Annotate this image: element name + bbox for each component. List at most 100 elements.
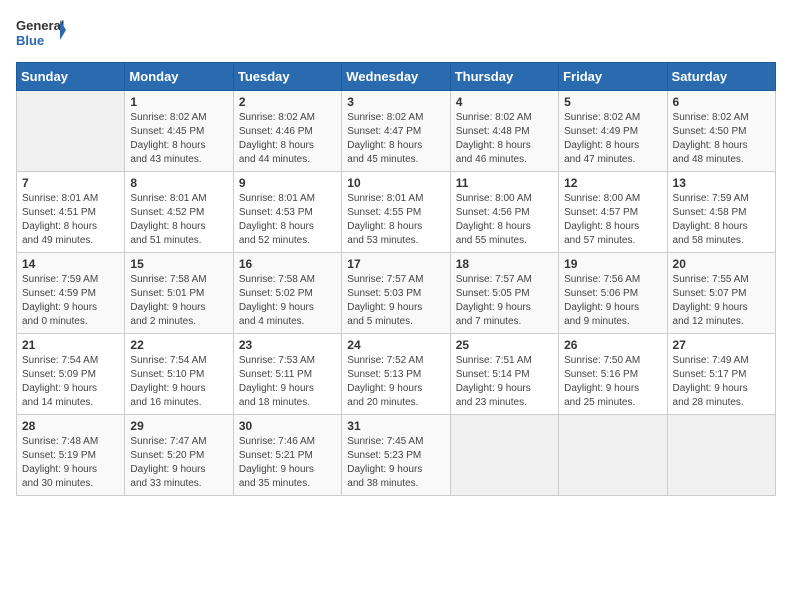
day-info: Sunrise: 7:52 AM Sunset: 5:13 PM Dayligh…	[347, 354, 444, 410]
logo: General Blue	[16, 16, 66, 50]
calendar-cell: 20 Sunrise: 7:55 AM Sunset: 5:07 PM Dayli…	[667, 253, 775, 334]
day-number: 8	[130, 176, 227, 190]
header: General Blue	[16, 16, 776, 50]
calendar-cell	[667, 415, 775, 496]
day-info: Sunrise: 7:49 AM Sunset: 5:17 PM Dayligh…	[673, 354, 770, 410]
day-number: 21	[22, 338, 119, 352]
calendar-cell: 8Sunrise: 8:01 AM Sunset: 4:52 PM Daylig…	[125, 172, 233, 253]
day-number: 15	[130, 257, 227, 271]
day-info: Sunrise: 7:57 AM Sunset: 5:05 PM Dayligh…	[456, 273, 553, 329]
calendar-cell: 4 Sunrise: 8:02 AM Sunset: 4:48 PM Daylig…	[450, 91, 558, 172]
day-number: 17	[347, 257, 444, 271]
day-number: 29	[130, 419, 227, 433]
calendar-cell: 15 Sunrise: 7:58 AM Sunset: 5:01 PM Dayli…	[125, 253, 233, 334]
calendar-header-sunday: Sunday	[17, 63, 125, 91]
day-number: 22	[130, 338, 227, 352]
day-info: Sunrise: 8:02 AM Sunset: 4:49 PM Dayligh…	[564, 111, 661, 167]
day-info: Sunrise: 7:55 AM Sunset: 5:07 PM Dayligh…	[673, 273, 770, 329]
day-info: Sunrise: 7:58 AM Sunset: 5:01 PM Dayligh…	[130, 273, 227, 329]
calendar-cell: 9 Sunrise: 8:01 AM Sunset: 4:53 PM Daylig…	[233, 172, 341, 253]
calendar-cell: 12 Sunrise: 8:00 AM Sunset: 4:57 PM Dayli…	[559, 172, 667, 253]
day-number: 10	[347, 176, 444, 190]
day-info: Sunrise: 7:57 AM Sunset: 5:03 PM Dayligh…	[347, 273, 444, 329]
day-number: 1	[130, 95, 227, 109]
calendar-cell: 22 Sunrise: 7:54 AM Sunset: 5:10 PM Dayli…	[125, 334, 233, 415]
day-info: Sunrise: 7:45 AM Sunset: 5:23 PM Dayligh…	[347, 435, 444, 491]
calendar-cell: 27 Sunrise: 7:49 AM Sunset: 5:17 PM Dayli…	[667, 334, 775, 415]
calendar-header-thursday: Thursday	[450, 63, 558, 91]
day-info: Sunrise: 7:48 AM Sunset: 5:19 PM Dayligh…	[22, 435, 119, 491]
day-number: 16	[239, 257, 336, 271]
calendar-cell: 28 Sunrise: 7:48 AM Sunset: 5:19 PM Dayli…	[17, 415, 125, 496]
calendar-cell: 6Sunrise: 8:02 AM Sunset: 4:50 PM Daylig…	[667, 91, 775, 172]
calendar-cell: 25 Sunrise: 7:51 AM Sunset: 5:14 PM Dayli…	[450, 334, 558, 415]
calendar-header-saturday: Saturday	[667, 63, 775, 91]
day-info: Sunrise: 8:02 AM Sunset: 4:47 PM Dayligh…	[347, 111, 444, 167]
day-number: 2	[239, 95, 336, 109]
day-info: Sunrise: 8:00 AM Sunset: 4:56 PM Dayligh…	[456, 192, 553, 248]
day-info: Sunrise: 8:00 AM Sunset: 4:57 PM Dayligh…	[564, 192, 661, 248]
calendar-week-row: 21 Sunrise: 7:54 AM Sunset: 5:09 PM Dayli…	[17, 334, 776, 415]
calendar-cell: 11 Sunrise: 8:00 AM Sunset: 4:56 PM Dayli…	[450, 172, 558, 253]
day-number: 5	[564, 95, 661, 109]
day-info: Sunrise: 7:54 AM Sunset: 5:09 PM Dayligh…	[22, 354, 119, 410]
day-number: 24	[347, 338, 444, 352]
day-info: Sunrise: 7:51 AM Sunset: 5:14 PM Dayligh…	[456, 354, 553, 410]
day-info: Sunrise: 7:47 AM Sunset: 5:20 PM Dayligh…	[130, 435, 227, 491]
day-info: Sunrise: 7:50 AM Sunset: 5:16 PM Dayligh…	[564, 354, 661, 410]
calendar-cell: 30 Sunrise: 7:46 AM Sunset: 5:21 PM Dayli…	[233, 415, 341, 496]
day-info: Sunrise: 8:02 AM Sunset: 4:50 PM Dayligh…	[673, 111, 770, 167]
day-number: 14	[22, 257, 119, 271]
calendar-cell: 19Sunrise: 7:56 AM Sunset: 5:06 PM Dayli…	[559, 253, 667, 334]
calendar-cell: 2Sunrise: 8:02 AM Sunset: 4:46 PM Daylig…	[233, 91, 341, 172]
calendar-week-row: 7Sunrise: 8:01 AM Sunset: 4:51 PM Daylig…	[17, 172, 776, 253]
calendar-cell: 10 Sunrise: 8:01 AM Sunset: 4:55 PM Dayli…	[342, 172, 450, 253]
day-info: Sunrise: 8:02 AM Sunset: 4:48 PM Dayligh…	[456, 111, 553, 167]
day-info: Sunrise: 7:58 AM Sunset: 5:02 PM Dayligh…	[239, 273, 336, 329]
calendar-cell: 3 Sunrise: 8:02 AM Sunset: 4:47 PM Daylig…	[342, 91, 450, 172]
calendar-header-friday: Friday	[559, 63, 667, 91]
calendar-cell: 17 Sunrise: 7:57 AM Sunset: 5:03 PM Dayli…	[342, 253, 450, 334]
calendar-cell: 18Sunrise: 7:57 AM Sunset: 5:05 PM Dayli…	[450, 253, 558, 334]
calendar-cell: 31 Sunrise: 7:45 AM Sunset: 5:23 PM Dayli…	[342, 415, 450, 496]
day-info: Sunrise: 8:01 AM Sunset: 4:55 PM Dayligh…	[347, 192, 444, 248]
calendar-header-row: SundayMondayTuesdayWednesdayThursdayFrid…	[17, 63, 776, 91]
calendar-cell	[559, 415, 667, 496]
day-info: Sunrise: 7:46 AM Sunset: 5:21 PM Dayligh…	[239, 435, 336, 491]
day-number: 27	[673, 338, 770, 352]
day-number: 28	[22, 419, 119, 433]
calendar-week-row: 14Sunrise: 7:59 AM Sunset: 4:59 PM Dayli…	[17, 253, 776, 334]
day-info: Sunrise: 7:56 AM Sunset: 5:06 PM Dayligh…	[564, 273, 661, 329]
day-info: Sunrise: 7:53 AM Sunset: 5:11 PM Dayligh…	[239, 354, 336, 410]
svg-text:General: General	[16, 18, 64, 33]
day-number: 13	[673, 176, 770, 190]
calendar-cell: 21 Sunrise: 7:54 AM Sunset: 5:09 PM Dayli…	[17, 334, 125, 415]
calendar-cell: 29 Sunrise: 7:47 AM Sunset: 5:20 PM Dayli…	[125, 415, 233, 496]
day-number: 11	[456, 176, 553, 190]
day-number: 25	[456, 338, 553, 352]
day-number: 20	[673, 257, 770, 271]
calendar-cell: 14Sunrise: 7:59 AM Sunset: 4:59 PM Dayli…	[17, 253, 125, 334]
calendar-header-monday: Monday	[125, 63, 233, 91]
day-number: 4	[456, 95, 553, 109]
generalblue-logo-svg: General Blue	[16, 16, 66, 50]
day-info: Sunrise: 7:54 AM Sunset: 5:10 PM Dayligh…	[130, 354, 227, 410]
day-info: Sunrise: 8:01 AM Sunset: 4:53 PM Dayligh…	[239, 192, 336, 248]
day-number: 9	[239, 176, 336, 190]
day-number: 31	[347, 419, 444, 433]
day-info: Sunrise: 8:02 AM Sunset: 4:45 PM Dayligh…	[130, 111, 227, 167]
day-number: 30	[239, 419, 336, 433]
day-number: 3	[347, 95, 444, 109]
calendar-cell: 7Sunrise: 8:01 AM Sunset: 4:51 PM Daylig…	[17, 172, 125, 253]
calendar-cell: 5 Sunrise: 8:02 AM Sunset: 4:49 PM Daylig…	[559, 91, 667, 172]
calendar-cell	[450, 415, 558, 496]
day-info: Sunrise: 8:01 AM Sunset: 4:51 PM Dayligh…	[22, 192, 119, 248]
calendar-body: 1 Sunrise: 8:02 AM Sunset: 4:45 PM Daylig…	[17, 91, 776, 496]
calendar-week-row: 28 Sunrise: 7:48 AM Sunset: 5:19 PM Dayli…	[17, 415, 776, 496]
calendar-header-wednesday: Wednesday	[342, 63, 450, 91]
calendar-header-tuesday: Tuesday	[233, 63, 341, 91]
calendar-cell: 13Sunrise: 7:59 AM Sunset: 4:58 PM Dayli…	[667, 172, 775, 253]
day-number: 23	[239, 338, 336, 352]
calendar-cell: 1 Sunrise: 8:02 AM Sunset: 4:45 PM Daylig…	[125, 91, 233, 172]
day-number: 12	[564, 176, 661, 190]
